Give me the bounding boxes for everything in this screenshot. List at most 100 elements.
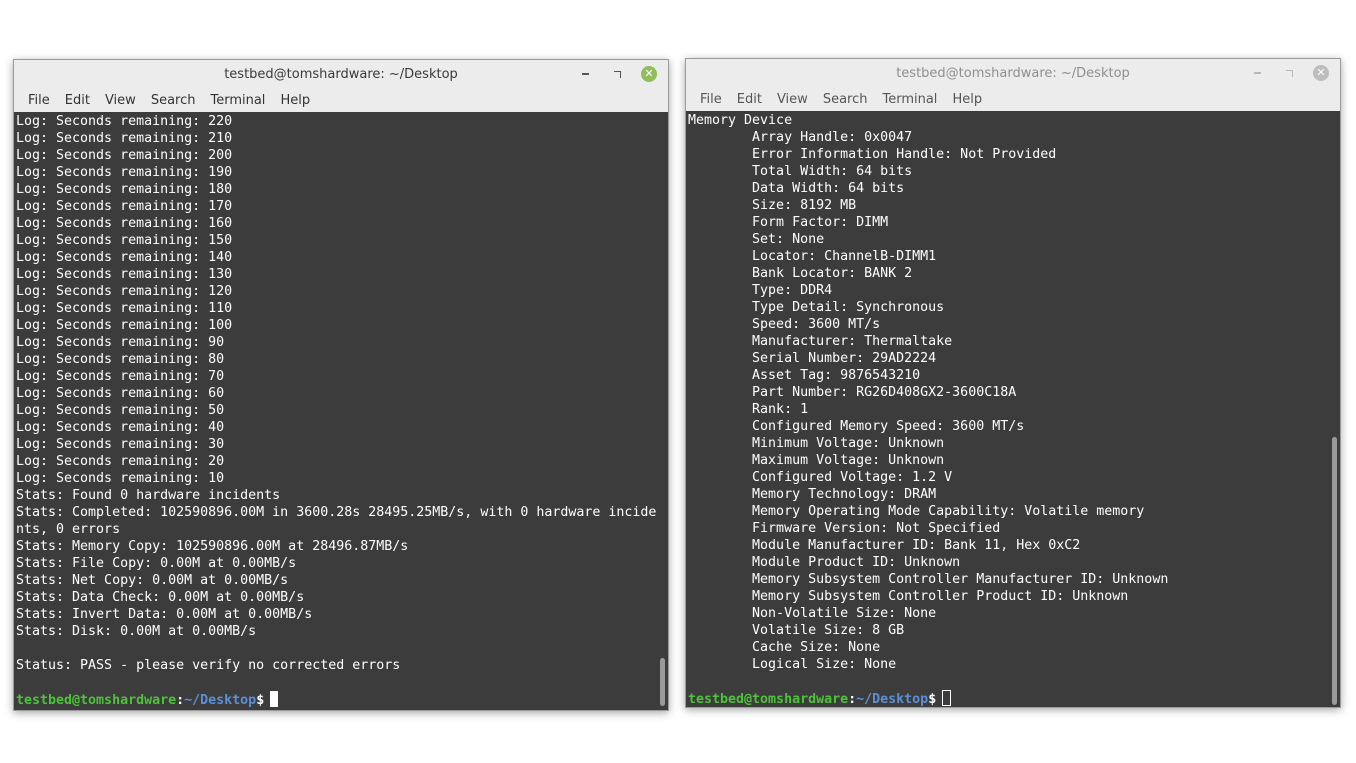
terminal-line: Firmware Version: Not Specified xyxy=(688,521,1001,536)
terminal-line: Locator: ChannelB-DIMM1 xyxy=(688,249,937,264)
terminal-line: Memory Device xyxy=(688,113,793,128)
terminal-line: Minimum Voltage: Unknown xyxy=(688,436,945,451)
terminal-line: Set: None xyxy=(688,232,825,247)
terminal-line: Speed: 3600 MT/s xyxy=(688,317,881,332)
terminal-line: Stats: Disk: 0.00M at 0.00MB/s xyxy=(16,624,257,639)
close-icon: ✕ xyxy=(641,66,657,82)
terminal-line: Memory Operating Mode Capability: Volati… xyxy=(688,504,1145,519)
terminal-line: Log: Seconds remaining: 220 xyxy=(16,114,233,129)
menu-search[interactable]: Search xyxy=(145,93,202,108)
terminal-line: Part Number: RG26D408GX2-3600C18A xyxy=(688,385,1017,400)
terminal-line: Stats: File Copy: 0.00M at 0.00MB/s xyxy=(16,556,297,571)
menu-search[interactable]: Search xyxy=(817,92,874,107)
menu-file[interactable]: File xyxy=(694,92,728,107)
shell-prompt: testbed@tomshardware:~/Desktop$ xyxy=(688,690,1328,707)
menu-bar: File Edit View Search Terminal Help xyxy=(14,88,668,112)
menu-edit[interactable]: Edit xyxy=(59,93,96,108)
window-controls: ✕ xyxy=(1248,64,1330,82)
terminal-line: Stats: Net Copy: 0.00M at 0.00MB/s xyxy=(16,573,289,588)
terminal-output[interactable]: Memory Device Array Handle: 0x0047 Error… xyxy=(686,111,1340,707)
terminal-line: Module Product ID: Unknown xyxy=(688,555,961,570)
title-bar[interactable]: testbed@tomshardware: ~/Desktop ✕ xyxy=(14,60,668,88)
terminal-line: Log: Seconds remaining: 190 xyxy=(16,165,233,180)
terminal-line: Log: Seconds remaining: 210 xyxy=(16,131,233,146)
terminal-line: Log: Seconds remaining: 170 xyxy=(16,199,233,214)
terminal-line: Log: Seconds remaining: 30 xyxy=(16,437,225,452)
menu-help[interactable]: Help xyxy=(274,93,316,108)
title-bar[interactable]: testbed@tomshardware: ~/Desktop ✕ xyxy=(686,59,1340,87)
terminal-line: Volatile Size: 8 GB xyxy=(688,623,905,638)
terminal-line: Manufacturer: Thermaltake xyxy=(688,334,953,349)
terminal-line: Log: Seconds remaining: 60 xyxy=(16,386,225,401)
maximize-icon xyxy=(1285,69,1293,77)
terminal-line: Configured Voltage: 1.2 V xyxy=(688,470,953,485)
minimize-icon xyxy=(1253,72,1261,74)
terminal-line: Data Width: 64 bits xyxy=(688,181,905,196)
menu-help[interactable]: Help xyxy=(946,92,988,107)
menu-terminal[interactable]: Terminal xyxy=(876,92,943,107)
terminal-line: Module Manufacturer ID: Bank 11, Hex 0xC… xyxy=(688,538,1081,553)
minimize-button[interactable] xyxy=(576,65,594,83)
terminal-line: Log: Seconds remaining: 200 xyxy=(16,148,233,163)
menu-view[interactable]: View xyxy=(771,92,814,107)
menu-bar: File Edit View Search Terminal Help xyxy=(686,87,1340,111)
text-cursor xyxy=(270,691,279,707)
terminal-line: Log: Seconds remaining: 110 xyxy=(16,301,233,316)
prompt-path: ~/Desktop xyxy=(184,693,257,708)
terminal-line: Memory Subsystem Controller Manufacturer… xyxy=(688,572,1169,587)
prompt-colon: : xyxy=(848,692,857,707)
terminal-line: Form Factor: DIMM xyxy=(688,215,889,230)
close-icon: ✕ xyxy=(1313,65,1329,81)
maximize-icon xyxy=(613,70,621,78)
terminal-line: Log: Seconds remaining: 100 xyxy=(16,318,233,333)
menu-edit[interactable]: Edit xyxy=(731,92,768,107)
terminal-window-right: testbed@tomshardware: ~/Desktop ✕ File E… xyxy=(685,58,1341,708)
terminal-line: Maximum Voltage: Unknown xyxy=(688,453,945,468)
terminal-line: Log: Seconds remaining: 120 xyxy=(16,284,233,299)
terminal-line: Memory Technology: DRAM xyxy=(688,487,937,502)
prompt-path: ~/Desktop xyxy=(856,692,929,707)
terminal-line: Log: Seconds remaining: 40 xyxy=(16,420,225,435)
terminal-line: Logical Size: None xyxy=(688,657,897,672)
terminal-line: Configured Memory Speed: 3600 MT/s xyxy=(688,419,1025,434)
terminal-line: Log: Seconds remaining: 10 xyxy=(16,471,225,486)
prompt-user: testbed@tomshardware xyxy=(16,693,177,708)
maximize-button[interactable] xyxy=(1280,64,1298,82)
close-button[interactable]: ✕ xyxy=(1312,64,1330,82)
terminal-line: Error Information Handle: Not Provided xyxy=(688,147,1057,162)
terminal-line: Rank: 1 xyxy=(688,402,809,417)
terminal-line: Stats: Completed: 102590896.00M in 3600.… xyxy=(16,505,657,520)
terminal-line: Bank Locator: BANK 2 xyxy=(688,266,913,281)
scrollbar[interactable] xyxy=(1332,437,1337,705)
shell-prompt: testbed@tomshardware:~/Desktop$ xyxy=(16,691,656,708)
menu-file[interactable]: File xyxy=(22,93,56,108)
terminal-line: nts, 0 errors xyxy=(16,522,121,537)
terminal-line: Log: Seconds remaining: 140 xyxy=(16,250,233,265)
terminal-line: Log: Seconds remaining: 150 xyxy=(16,233,233,248)
terminal-line: Cache Size: None xyxy=(688,640,881,655)
terminal-line: Memory Subsystem Controller Product ID: … xyxy=(688,589,1129,604)
window-title: testbed@tomshardware: ~/Desktop xyxy=(224,66,458,82)
prompt-dollar: $ xyxy=(928,692,937,707)
menu-terminal[interactable]: Terminal xyxy=(204,93,271,108)
terminal-line: Log: Seconds remaining: 80 xyxy=(16,352,225,367)
terminal-line: Log: Seconds remaining: 160 xyxy=(16,216,233,231)
minimize-button[interactable] xyxy=(1248,64,1266,82)
scrollbar[interactable] xyxy=(660,658,665,706)
terminal-line: Type: DDR4 xyxy=(688,283,833,298)
window-controls: ✕ xyxy=(576,65,658,83)
terminal-window-left: testbed@tomshardware: ~/Desktop ✕ File E… xyxy=(13,59,669,711)
close-button[interactable]: ✕ xyxy=(640,65,658,83)
prompt-colon: : xyxy=(176,693,185,708)
terminal-line: Stats: Found 0 hardware incidents xyxy=(16,488,281,503)
terminal-line: Asset Tag: 9876543210 xyxy=(688,368,921,383)
minimize-icon xyxy=(581,73,589,75)
menu-view[interactable]: View xyxy=(99,93,142,108)
terminal-line: Log: Seconds remaining: 70 xyxy=(16,369,225,384)
maximize-button[interactable] xyxy=(608,65,626,83)
terminal-output[interactable]: Log: Seconds remaining: 220 Log: Seconds … xyxy=(14,112,668,710)
terminal-line: Non-Volatile Size: None xyxy=(688,606,937,621)
